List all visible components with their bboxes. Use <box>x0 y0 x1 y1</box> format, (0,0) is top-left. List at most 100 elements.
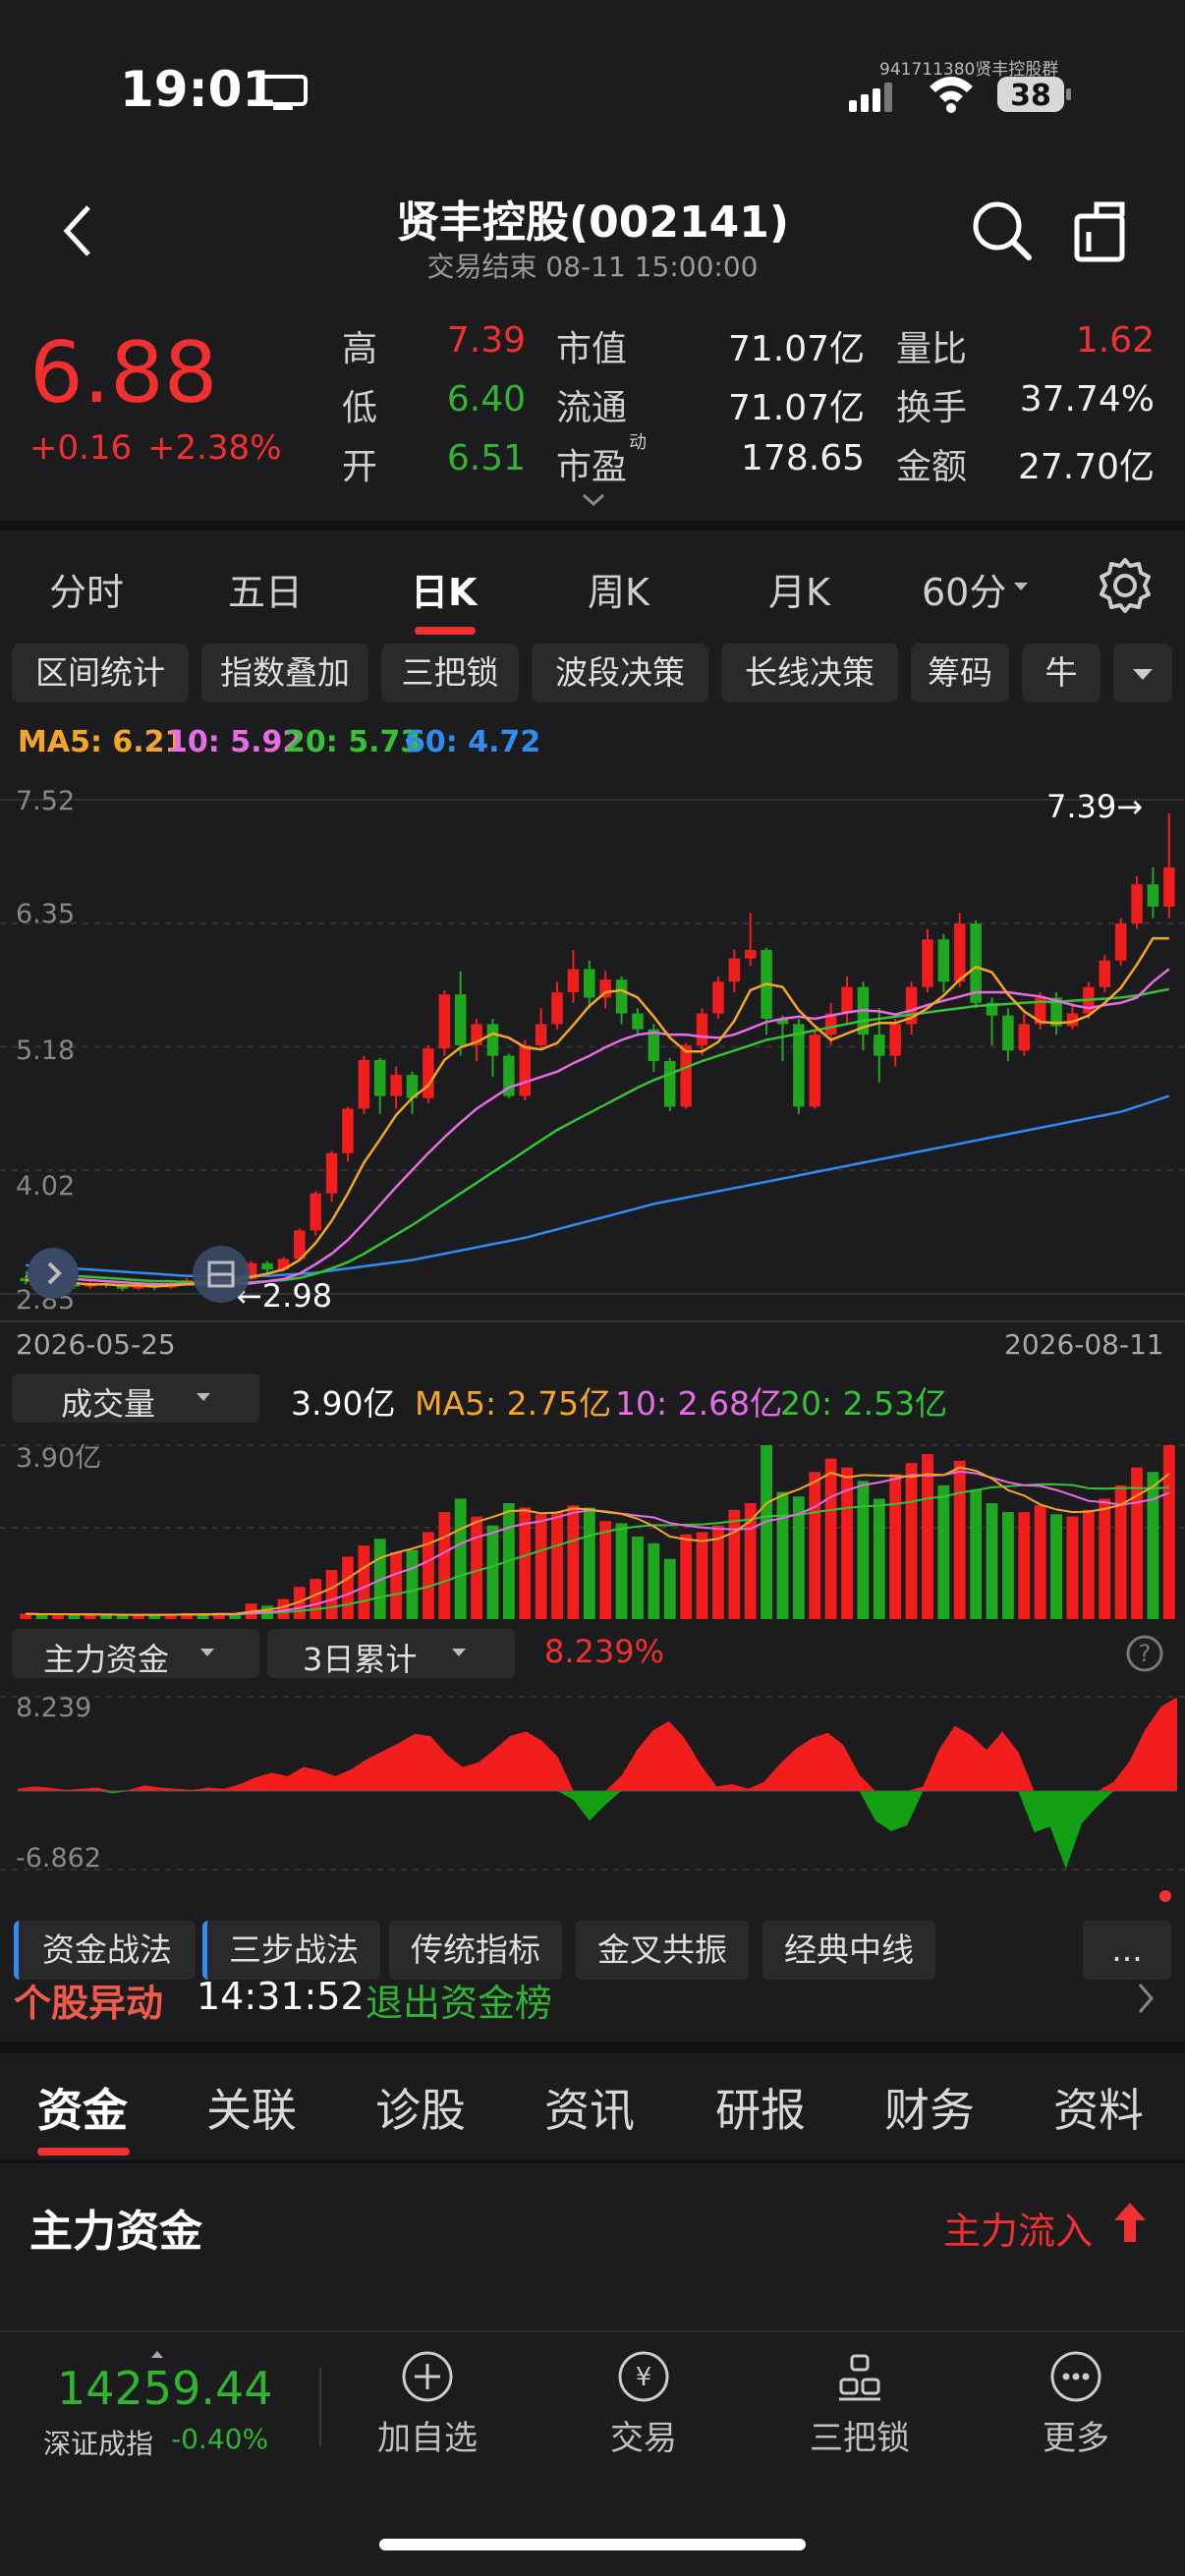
pe-label: 市盈 <box>556 447 628 487</box>
tab-monthly-k[interactable]: 月K <box>768 562 830 616</box>
max-price-label: 7.39→ <box>1046 788 1144 825</box>
chip-band-decision[interactable]: 波段决策 <box>532 644 708 702</box>
amount-label: 金额 <box>896 447 968 487</box>
tab-finance[interactable]: 财务 <box>884 2075 975 2140</box>
subtab-capital-tactics[interactable]: 资金战法 <box>14 1921 196 1980</box>
volume-chart[interactable] <box>0 1429 1185 1626</box>
index-value[interactable]: 14259.44 <box>57 2362 273 2415</box>
tab-weekly-k[interactable]: 周K <box>588 562 649 616</box>
volume-bar <box>776 1491 789 1619</box>
chip-bull[interactable]: 牛 <box>1022 644 1100 702</box>
volume-bar <box>1034 1505 1046 1619</box>
volume-bar <box>84 1614 96 1619</box>
tab-profile[interactable]: 资料 <box>1053 2075 1144 2140</box>
open-label: 开 <box>342 447 378 487</box>
subtab-golden-cross[interactable]: 金叉共振 <box>576 1921 749 1980</box>
period-selector[interactable]: 3日累计 <box>267 1629 515 1678</box>
volume-bar <box>809 1472 821 1619</box>
alert-text[interactable]: 退出资金榜 <box>366 1973 552 2027</box>
volume-bar <box>35 1614 48 1619</box>
candle-body <box>615 980 628 1014</box>
tab-diagnosis[interactable]: 诊股 <box>375 2075 466 2140</box>
more-dots-icon <box>1050 2351 1101 2402</box>
subtab-classic-mid[interactable]: 经典中线 <box>762 1921 935 1980</box>
turnover-value: 37.74% <box>1019 379 1155 420</box>
index-name: 深证成指 <box>43 2428 154 2460</box>
candle-body <box>632 1013 644 1030</box>
candle-body <box>551 992 563 1025</box>
candle-body <box>954 924 966 982</box>
kline-ytick: 5.18 <box>16 1036 76 1066</box>
chip-index-overlay[interactable]: 指数叠加 <box>201 644 368 702</box>
volume-bar <box>857 1481 870 1619</box>
volume-ma10: 10: 2.68亿 <box>615 1384 783 1423</box>
candle-body <box>1163 867 1175 907</box>
tab-capital[interactable]: 资金 <box>37 2075 128 2140</box>
candle-body <box>793 1024 805 1107</box>
kline-chart[interactable] <box>0 776 1185 1326</box>
inflow-area <box>18 1697 1177 1792</box>
volume-bar <box>728 1509 741 1619</box>
search-icon[interactable] <box>968 196 1037 265</box>
more-button[interactable]: 更多 <box>1012 2350 1140 2458</box>
home-indicator <box>379 2539 806 2550</box>
tab-related[interactable]: 关联 <box>206 2075 297 2140</box>
dropdown-arrow-icon <box>200 1649 214 1656</box>
expand-chevron-icon[interactable] <box>580 491 607 509</box>
volume-selector[interactable]: 成交量 <box>12 1373 259 1423</box>
capital-flow-chart[interactable] <box>0 1685 1185 1881</box>
period-selector-label: 3日累计 <box>303 1641 418 1678</box>
divider <box>319 2368 321 2446</box>
volume-bar <box>406 1549 419 1619</box>
high-label: 高 <box>342 329 378 369</box>
tab-intraday[interactable]: 分时 <box>49 562 124 616</box>
candle-body <box>712 981 724 1014</box>
add-watchlist-button[interactable]: 加自选 <box>364 2350 491 2458</box>
candle-body <box>728 958 741 982</box>
chip-three-locks[interactable]: 三把锁 <box>381 644 519 702</box>
chevron-right-icon[interactable] <box>1134 1981 1157 2016</box>
volume-bar <box>567 1505 580 1619</box>
price-change-pct: +2.38% <box>147 428 282 468</box>
candle-body <box>519 1044 531 1096</box>
subtab-traditional[interactable]: 传统指标 <box>389 1921 562 1980</box>
subtab-more[interactable]: ... <box>1083 1921 1171 1980</box>
capital-selector-label: 主力资金 <box>43 1641 170 1678</box>
divider <box>0 2042 1185 2053</box>
subtab-three-step[interactable]: 三步战法 <box>202 1921 380 1980</box>
candle-body <box>889 1024 901 1056</box>
chart-expand-icon[interactable] <box>28 1248 79 1299</box>
svg-text:?: ? <box>1139 1640 1152 1667</box>
volume-bar <box>873 1498 885 1619</box>
chip-more-arrow-icon[interactable] <box>1113 644 1172 702</box>
main-fund-title: 主力资金 <box>29 2207 202 2257</box>
ma20-label: 20: 5.73 <box>285 725 422 759</box>
tab-60min[interactable]: 60分 <box>922 562 1006 616</box>
capital-selector[interactable]: 主力资金 <box>12 1629 259 1678</box>
chip-range-stats[interactable]: 区间统计 <box>12 644 189 702</box>
tab-daily-k[interactable]: 日K <box>411 562 477 616</box>
price-change: +0.16 <box>29 428 133 468</box>
volume-bar <box>615 1523 628 1619</box>
tab-five-day[interactable]: 五日 <box>228 562 303 616</box>
trade-button[interactable]: ¥ 交易 <box>580 2350 707 2458</box>
tab-news[interactable]: 资讯 <box>544 2075 635 2140</box>
chip-long-decision[interactable]: 长线决策 <box>721 644 898 702</box>
help-icon[interactable]: ? <box>1125 1634 1164 1673</box>
chip-chips[interactable]: 筹码 <box>911 644 1009 702</box>
mcap-label: 市值 <box>556 329 628 369</box>
settings-gear-icon[interactable] <box>1096 556 1155 615</box>
chart-marker-icon[interactable] <box>193 1246 250 1303</box>
share-icon[interactable] <box>1071 200 1130 263</box>
tab-active-indicator <box>37 2148 130 2156</box>
three-locks-button[interactable]: 三把锁 <box>796 2350 924 2458</box>
caret-up-icon <box>149 2344 165 2358</box>
more-label: 更多 <box>1043 2419 1109 2458</box>
divider <box>0 521 1185 531</box>
volume-bar <box>358 1545 370 1619</box>
volume-bar <box>1131 1467 1143 1619</box>
index-change: -0.40% <box>171 2423 269 2455</box>
tab-research[interactable]: 研报 <box>715 2075 806 2140</box>
volume-ratio-label: 量比 <box>896 329 968 369</box>
wifi-icon <box>926 73 977 114</box>
